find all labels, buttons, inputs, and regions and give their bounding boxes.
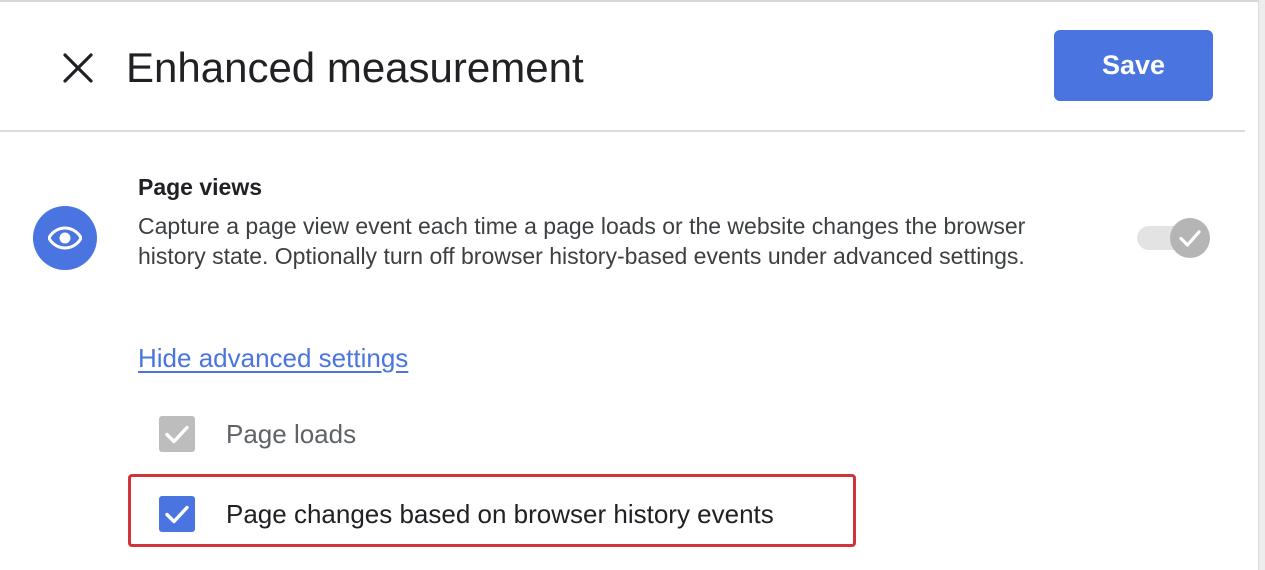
page-loads-label: Page loads (226, 419, 357, 449)
scrollbar-track[interactable] (1258, 0, 1265, 570)
eye-icon (33, 206, 97, 270)
option-page-loads: Page loads (159, 414, 356, 454)
checkmark-icon (165, 425, 189, 444)
close-button[interactable] (54, 40, 102, 96)
toggle-thumb (1170, 218, 1210, 258)
section-description: Capture a page view event each time a pa… (138, 213, 1026, 269)
hide-advanced-settings-link[interactable]: Hide advanced settings (138, 341, 408, 375)
check-icon (1179, 230, 1201, 247)
save-button[interactable]: Save (1054, 30, 1213, 101)
section-title: Page views (138, 174, 263, 200)
page-views-toggle[interactable] (1137, 216, 1211, 260)
page-title: Enhanced measurement (126, 44, 584, 91)
panel-header: Enhanced measurement Save (0, 2, 1245, 132)
page-loads-checkbox[interactable] (159, 416, 195, 452)
close-icon (63, 53, 93, 83)
highlight-annotation (128, 474, 856, 547)
